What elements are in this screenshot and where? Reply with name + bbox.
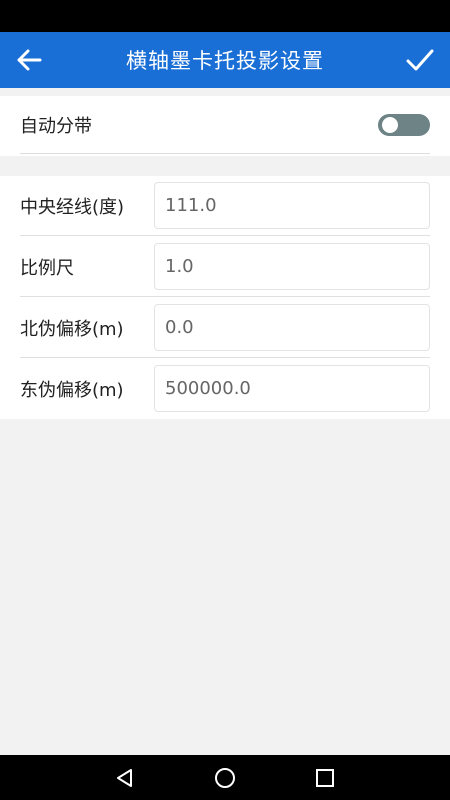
toggle-knob <box>382 116 398 133</box>
auto-zone-label: 自动分带 <box>20 115 92 137</box>
false-northing-input[interactable] <box>154 304 430 351</box>
page-title: 横轴墨卡托投影设置 <box>126 49 324 73</box>
nav-home-button[interactable] <box>212 765 238 791</box>
auto-zone-section: 自动分带 <box>0 96 450 156</box>
false-northing-label: 北伪偏移(m) <box>20 318 124 340</box>
param-row-scale: 比例尺 <box>20 237 430 297</box>
central-meridian-label: 中央经线(度) <box>20 196 125 218</box>
app-bar: 横轴墨卡托投影设置 <box>0 32 450 88</box>
arrow-left-icon <box>17 49 42 71</box>
scale-input[interactable] <box>154 243 430 290</box>
square-recents-icon <box>316 769 334 787</box>
auto-zone-row: 自动分带 <box>20 96 430 154</box>
triangle-back-icon <box>117 769 132 787</box>
status-bar <box>0 0 450 32</box>
confirm-button[interactable] <box>404 44 436 76</box>
scale-label: 比例尺 <box>20 257 74 279</box>
false-easting-input[interactable] <box>154 365 430 412</box>
auto-zone-toggle[interactable] <box>378 113 430 136</box>
central-meridian-input[interactable] <box>154 182 430 229</box>
circle-home-icon <box>215 768 235 788</box>
nav-recents-button[interactable] <box>312 765 338 791</box>
back-button[interactable] <box>14 46 44 74</box>
nav-back-button[interactable] <box>112 765 138 791</box>
param-row-false-northing: 北伪偏移(m) <box>20 298 430 358</box>
false-easting-label: 东伪偏移(m) <box>20 380 124 401</box>
param-row-false-easting: 东伪偏移(m) <box>20 359 430 419</box>
projection-params-section: 中央经线(度) 比例尺 北伪偏移(m) 东伪偏移(m) <box>0 176 450 419</box>
check-icon <box>406 49 434 71</box>
system-nav-bar <box>0 755 450 800</box>
param-row-central-meridian: 中央经线(度) <box>20 176 430 236</box>
